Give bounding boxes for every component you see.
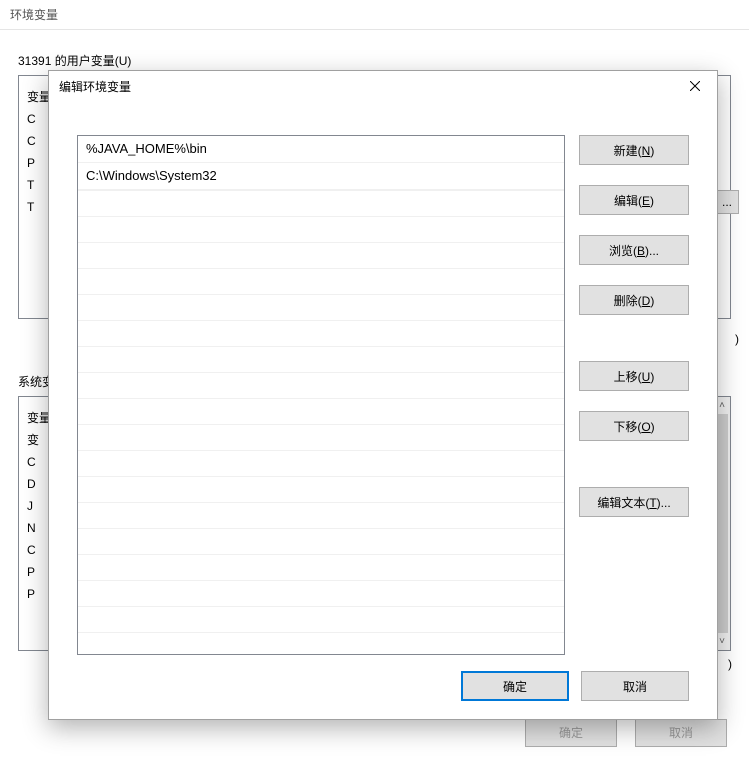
edit-text-button[interactable]: 编辑文本(T)... xyxy=(579,487,689,517)
ok-button[interactable]: 确定 xyxy=(461,671,569,701)
user-vars-label: 31391 的用户变量(U) xyxy=(18,52,731,69)
delete-button[interactable]: 删除(D) xyxy=(579,285,689,315)
bg-close-paren2: ) xyxy=(721,654,739,674)
path-entry[interactable]: %JAVA_HOME%\bin xyxy=(78,136,564,163)
close-icon xyxy=(690,81,700,91)
move-down-button[interactable]: 下移(O) xyxy=(579,411,689,441)
edit-env-var-dialog: 编辑环境变量 %JAVA_HOME%\bin C:\Windows\System… xyxy=(48,70,718,720)
cancel-button[interactable]: 取消 xyxy=(581,671,689,701)
move-up-button[interactable]: 上移(U) xyxy=(579,361,689,391)
close-button[interactable] xyxy=(672,71,717,101)
edit-button[interactable]: 编辑(E) xyxy=(579,185,689,215)
bg-close-paren: ) xyxy=(735,332,739,346)
new-button[interactable]: 新建(N) xyxy=(579,135,689,165)
bg-ok-button[interactable]: 确定 xyxy=(525,719,617,747)
bg-cancel-button[interactable]: 取消 xyxy=(635,719,727,747)
path-entry[interactable]: C:\Windows\System32 xyxy=(78,163,564,190)
list-filler xyxy=(78,190,564,656)
path-entries-list[interactable]: %JAVA_HOME%\bin C:\Windows\System32 xyxy=(77,135,565,655)
dialog-title: 编辑环境变量 xyxy=(59,78,131,95)
env-vars-title: 环境变量 xyxy=(0,0,749,30)
bg-ellipsis-button[interactable]: ... xyxy=(715,190,739,214)
dialog-titlebar: 编辑环境变量 xyxy=(49,71,717,101)
browse-button[interactable]: 浏览(B)... xyxy=(579,235,689,265)
